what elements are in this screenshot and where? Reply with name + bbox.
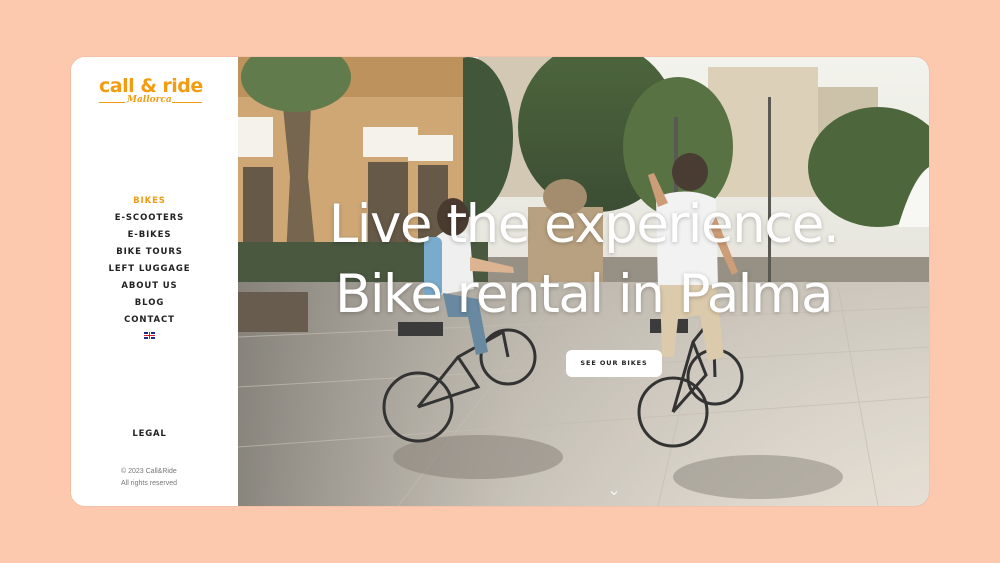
hero-headline-line-2: Bike rental in Palma [334,264,834,325]
nav-item-blog[interactable]: BLOG [71,295,228,312]
browser-viewport: call & ride Mallorca BIKES E-SCOOTERS E-… [71,57,929,506]
nav-item-about-us[interactable]: ABOUT US [71,278,228,295]
nav-item-bike-tours[interactable]: BIKE TOURS [71,244,228,261]
logo-rule-left [99,102,125,103]
legal-link[interactable]: LEGAL [71,429,228,439]
logo-subtitle: Mallorca [127,95,172,105]
logo-wordmark: call & ride [99,75,203,97]
nav-item-bikes[interactable]: BIKES [71,193,228,210]
nav-item-contact[interactable]: CONTACT [71,312,228,329]
logo-rule-right [172,102,202,103]
hero-headline-line-1: Live the experience. [328,194,840,255]
main-navigation: BIKES E-SCOOTERS E-BIKES BIKE TOURS LEFT… [71,193,228,346]
copyright-notice: © 2023 Call&Ride All rights reserved [121,466,177,490]
see-our-bikes-button[interactable]: SEE OUR BIKES [566,350,662,377]
nav-item-e-scooters[interactable]: E-SCOOTERS [71,210,228,227]
rights-line: All rights reserved [121,480,178,487]
sidebar: call & ride Mallorca BIKES E-SCOOTERS E-… [71,57,238,506]
language-switcher[interactable] [71,329,228,346]
copyright-line: © 2023 Call&Ride [121,468,177,475]
brand-logo[interactable]: call & ride Mallorca [96,75,206,107]
hero-section: Live the experience. Bike rental in Palm… [238,57,929,506]
uk-flag-icon [144,332,155,339]
chevron-down-icon[interactable] [610,489,618,497]
nav-item-e-bikes[interactable]: E-BIKES [71,227,228,244]
nav-item-left-luggage[interactable]: LEFT LUGGAGE [71,261,228,278]
